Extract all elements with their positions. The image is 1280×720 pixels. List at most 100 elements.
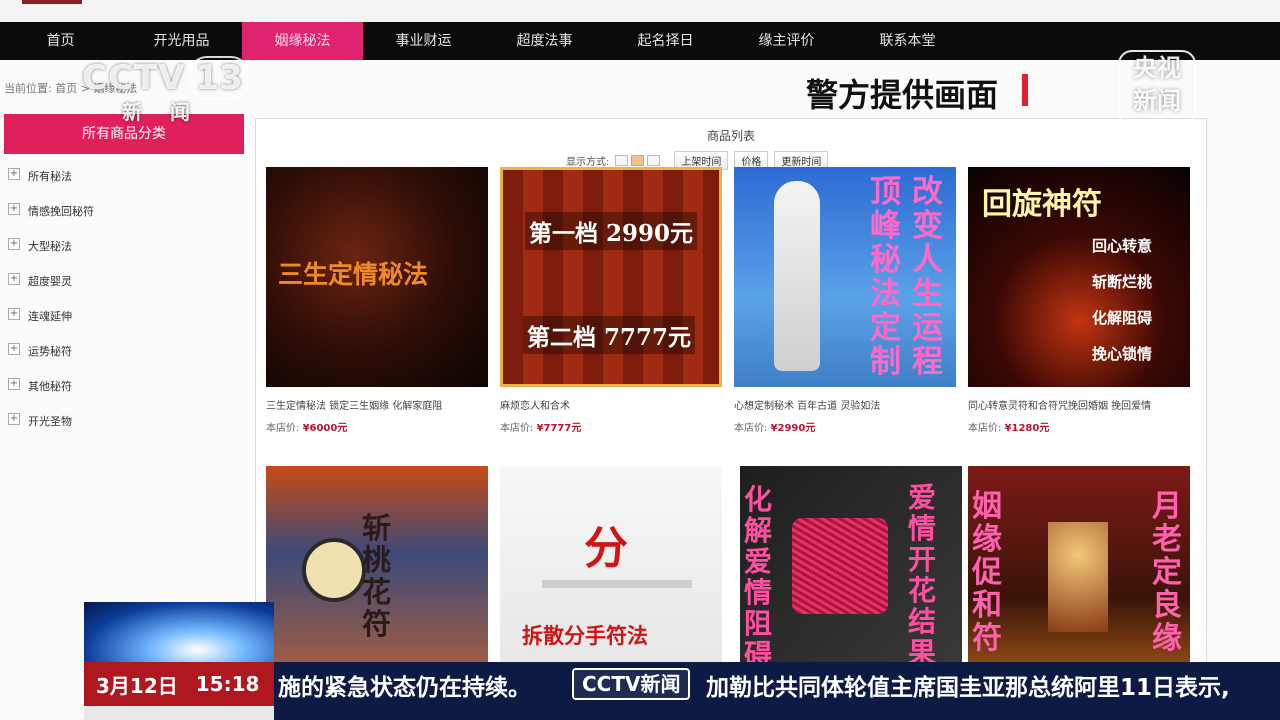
product-name[interactable]: 麻烦恋人和合术 [500,397,722,412]
list-view-icon[interactable] [615,155,629,166]
product-card[interactable]: 三生定情秘法 三生定情秘法 锁定三生姻缘 化解家庭阻 本店价: ¥6000元 [266,167,488,434]
nav-item-marriage-spells[interactable]: 姻缘秘法 [242,22,363,60]
table-figure [542,580,692,588]
thumb-caption: 分 [584,523,628,574]
expand-plus-icon[interactable]: + [8,238,20,250]
product-image[interactable]: 化解爱情阻碍 爱情开花结果 [740,466,962,686]
product-price-row: 本店价: ¥7777元 [500,419,722,434]
nav-item-naming[interactable]: 起名择日 [605,22,726,60]
cctv-news-corner-logo: 央视 新闻 [1118,50,1196,126]
text-view-icon[interactable] [647,155,661,166]
statue-figure [774,181,820,371]
nav-item-blessed-goods[interactable]: 开光用品 [121,22,242,60]
product-name[interactable]: 同心转意灵符和合符咒挽回婚姻 挽回爱情 [968,397,1190,412]
product-price: ¥7777元 [536,423,582,434]
thumb-caption: 第二档 7777元 [523,316,696,354]
product-name[interactable]: 心想定制秘术 百年古道 灵验如法 [734,397,956,412]
category-label: 大型秘法 [28,240,72,253]
category-item[interactable]: + 情感挽回秘符 [8,203,94,238]
ticker-text-left: 施的紧急状态仍在持续。 [278,675,531,701]
category-item[interactable]: + 超度婴灵 [8,273,94,308]
main-nav: 首页 开光用品 姻缘秘法 事业财运 超度法事 起名择日 缘主评价 联系本堂 [0,22,1280,60]
product-card[interactable]: 化解爱情阻碍 爱情开花结果 [740,466,962,686]
grid-view-icon[interactable] [631,155,645,166]
thumb-caption: 斩桃花符 [362,511,392,641]
product-price: ¥1280元 [1004,423,1050,434]
expand-plus-icon[interactable]: + [8,343,20,355]
product-card[interactable]: 姻缘促和符 月老定良缘 [968,466,1190,686]
ticker-text-right: 加勒比共同体轮值主席国圭亚那总统阿里11日表示, [706,675,1230,701]
ticker-date: 3月12日 [96,673,178,698]
expand-plus-icon[interactable]: + [8,413,20,425]
channel-watermark: CCTV 13 [82,56,249,100]
thumb-caption: 月老定良缘 [1152,489,1182,656]
product-price: ¥2990元 [770,423,816,434]
product-image[interactable]: 三生定情秘法 [266,167,488,387]
news-globe-graphic [84,602,274,662]
category-label: 连魂延伸 [28,310,72,323]
corner-logo-line: 央视 [1133,54,1181,82]
category-list: + 所有秘法 + 情感挽回秘符 + 大型秘法 + 超度婴灵 + 连魂延伸 + 运势秘符 + 其… [8,168,94,448]
deity-figure [1048,522,1108,632]
product-image[interactable]: 第一档 2990元 第二档 7777元 [500,167,722,387]
tied-figures [792,518,888,614]
expand-plus-icon[interactable]: + [8,203,20,215]
nav-item-reviews[interactable]: 缘主评价 [726,22,847,60]
ticker-cctv-logo: CCTV新闻 [572,668,691,700]
channel-number: 13 [189,56,249,100]
product-name[interactable]: 三生定情秘法 锁定三生姻缘 化解家庭阻 [266,397,488,412]
thumb-subcaption: 拆散分手符法 [522,623,648,648]
product-card[interactable]: 改变人生运程 顶峰秘法定制 心想定制秘术 百年古道 灵验如法 本店价: ¥299… [734,167,956,434]
category-label: 运势秘符 [28,345,72,358]
product-image[interactable]: 回旋神符 回心转意 斩断烂桃 化解阻碍 挽心锁情 [968,167,1190,387]
thumb-caption: 改变人生运程 [912,174,943,380]
channel-subtitle: 新闻 [122,100,218,124]
price-label: 本店价: [500,423,534,434]
cctv-logo-text: CCTV [82,58,186,98]
product-price: ¥6000元 [302,423,348,434]
thumb-subcaption: 回心转意 [1092,237,1153,255]
product-price-row: 本店价: ¥6000元 [266,419,488,434]
price-label: 本店价: [734,423,768,434]
thumb-subcaption: 挽心锁情 [1092,345,1153,363]
category-item[interactable]: + 运势秘符 [8,343,94,378]
thumb-caption: 化解爱情阻碍 [744,483,773,671]
thumb-subcaption: 斩断烂桃 [1092,273,1153,291]
thumb-caption: 三生定情秘法 [278,260,429,289]
category-item[interactable]: + 其他秘符 [8,378,94,413]
ticker-bottom-strip [84,706,274,720]
product-image[interactable]: 姻缘促和符 月老定良缘 [968,466,1190,686]
expand-plus-icon[interactable]: + [8,308,20,320]
product-card[interactable]: 分 拆散分手符法 [500,466,722,686]
expand-plus-icon[interactable]: + [8,273,20,285]
product-price-row: 本店价: ¥1280元 [968,419,1190,434]
product-card[interactable]: 第一档 2990元 第二档 7777元 麻烦恋人和合术 本店价: ¥7777元 [500,167,722,434]
category-label: 情感挽回秘符 [28,205,94,218]
category-item[interactable]: + 大型秘法 [8,238,94,273]
corner-logo-line: 新闻 [1133,87,1181,115]
view-mode-label: 显示方式: [566,157,610,168]
price-label: 本店价: [266,423,300,434]
product-image[interactable]: 分 拆散分手符法 [500,466,722,686]
screen: 首页 开光用品 姻缘秘法 事业财运 超度法事 起名择日 缘主评价 联系本堂 当前… [0,0,1280,720]
category-item[interactable]: + 连魂延伸 [8,308,94,343]
product-image[interactable]: 斩桃花符 [266,466,488,686]
product-image[interactable]: 改变人生运程 顶峰秘法定制 [734,167,956,387]
expand-plus-icon[interactable]: + [8,378,20,390]
view-mode-toggle [615,155,661,166]
category-label: 开光圣物 [28,415,72,428]
nav-item-contact[interactable]: 联系本堂 [847,22,968,60]
source-caption: 警方提供画面 [806,76,999,114]
category-item[interactable]: + 开光圣物 [8,413,94,448]
thumb-subcaption: 化解阻碍 [1092,309,1153,327]
product-card[interactable]: 斩桃花符 [266,466,488,686]
nav-item-home[interactable]: 首页 [0,22,121,60]
nav-item-rituals[interactable]: 超度法事 [484,22,605,60]
product-price-row: 本店价: ¥2990元 [734,419,956,434]
expand-plus-icon[interactable]: + [8,168,20,180]
product-card[interactable]: 回旋神符 回心转意 斩断烂桃 化解阻碍 挽心锁情 同心转意灵符和合符咒挽回婚姻 … [968,167,1190,434]
nav-item-career-wealth[interactable]: 事业财运 [363,22,484,60]
category-item[interactable]: + 所有秘法 [8,168,94,203]
category-label: 超度婴灵 [28,275,72,288]
category-label: 其他秘符 [28,380,72,393]
